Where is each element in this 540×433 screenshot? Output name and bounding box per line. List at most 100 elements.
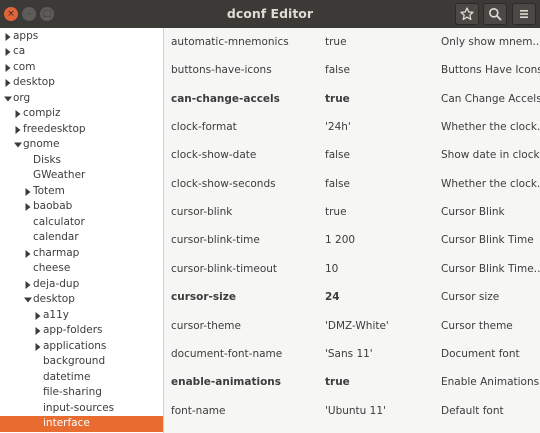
tree-item-label: com	[13, 60, 36, 73]
key-value: '24h'	[325, 121, 351, 134]
key-value: 'DMZ-White'	[325, 319, 389, 332]
expander-right-icon[interactable]	[33, 339, 43, 354]
tree-item-freedesktop[interactable]: freedesktop	[0, 122, 163, 138]
key-row[interactable]: 'black:white:gray50:red:purple:bl	[164, 425, 540, 433]
tree-item-label: ca	[13, 45, 26, 57]
search-button[interactable]	[483, 3, 507, 25]
tree-item-label: Disks	[33, 153, 62, 166]
tree-item-file-sharing[interactable]: file-sharing	[0, 385, 163, 401]
tree-item-applications[interactable]: applications	[0, 339, 163, 355]
key-description: Buttons Have Icons	[441, 64, 540, 77]
tree-item-datetime[interactable]: datetime	[0, 370, 163, 386]
expander-right-icon[interactable]	[33, 323, 43, 338]
tree-item-totem[interactable]: Totem	[0, 184, 163, 200]
key-value: true	[325, 92, 350, 105]
tree-item-label: GWeather	[33, 169, 86, 181]
tree-item-baobab[interactable]: baobab	[0, 199, 163, 215]
tree-item-calendar[interactable]: calendar	[0, 230, 163, 246]
key-row[interactable]: can-change-accels true Can Change Accels	[164, 85, 540, 113]
tree-item-org[interactable]: org	[0, 91, 163, 107]
key-description: Whether the clock…	[441, 177, 540, 190]
path-tree-sidebar[interactable]: apps ca com desktop org compiz freedesktop gnom…	[0, 28, 163, 433]
expander-right-icon[interactable]	[13, 122, 23, 137]
title-bar[interactable]: × – □ dconf Editor	[0, 0, 540, 28]
tree-item-compiz[interactable]: compiz	[0, 106, 163, 122]
search-icon	[489, 8, 502, 21]
tree-item-com[interactable]: com	[0, 60, 163, 76]
tree-item-desktop[interactable]: desktop	[0, 292, 163, 308]
tree-item-gnome[interactable]: gnome	[0, 137, 163, 153]
tree-item-ca[interactable]: ca	[0, 44, 163, 60]
key-description: Default font	[441, 404, 504, 417]
key-row[interactable]: document-font-name 'Sans 11' Document font	[164, 340, 540, 368]
key-value: true	[325, 206, 347, 219]
key-description: Whether the clock…	[441, 121, 540, 134]
key-row[interactable]: enable-animations true Enable Animations	[164, 368, 540, 396]
tree-item-deja-dup[interactable]: deja-dup	[0, 277, 163, 293]
key-row[interactable]: clock-show-date false Show date in clock	[164, 141, 540, 169]
key-name: clock-show-date	[171, 149, 257, 162]
expander-right-icon[interactable]	[33, 308, 43, 323]
tree-item-background[interactable]: background	[0, 354, 163, 370]
key-row[interactable]: font-name 'Ubuntu 11' Default font	[164, 397, 540, 425]
key-row[interactable]: cursor-size 24 Cursor size	[164, 283, 540, 311]
tree-item-input-sources[interactable]: input-sources	[0, 401, 163, 417]
tree-item-app-folders[interactable]: app-folders	[0, 323, 163, 339]
tree-item-desktop[interactable]: desktop	[0, 75, 163, 91]
key-value: 24	[325, 291, 340, 304]
hamburger-menu-icon	[520, 10, 528, 18]
expander-down-icon[interactable]	[23, 292, 33, 307]
key-name: cursor-theme	[171, 319, 241, 332]
key-value: false	[325, 64, 350, 77]
keys-list[interactable]: automatic-mnemonics true Only show mnem… bu…	[164, 28, 540, 433]
key-name: cursor-size	[171, 291, 236, 304]
star-icon	[460, 7, 474, 21]
expander-right-icon[interactable]	[23, 184, 33, 199]
key-name: can-change-accels	[171, 92, 280, 105]
tree-item-gweather[interactable]: GWeather	[0, 168, 163, 184]
expander-right-icon[interactable]	[23, 246, 33, 261]
tree-item-label: baobab	[33, 200, 73, 212]
tree-item-label: desktop	[33, 293, 75, 305]
key-row[interactable]: buttons-have-icons false Buttons Have Icon…	[164, 56, 540, 84]
tree-item-label: input-sources	[43, 401, 115, 414]
tree-item-label: file-sharing	[43, 386, 102, 398]
key-name: cursor-blink-time	[171, 234, 260, 247]
key-row[interactable]: cursor-theme 'DMZ-White' Cursor theme	[164, 312, 540, 340]
expander-right-icon[interactable]	[23, 199, 33, 214]
key-description: Cursor Blink	[441, 206, 505, 219]
key-description: Cursor theme	[441, 319, 513, 332]
expander-right-icon[interactable]	[3, 60, 13, 75]
key-description: Can Change Accels	[441, 92, 540, 105]
tree-item-cheese[interactable]: cheese	[0, 261, 163, 277]
tree-item-a11y[interactable]: a11y	[0, 308, 163, 324]
key-description: Cursor size	[441, 291, 500, 304]
expander-down-icon[interactable]	[13, 137, 23, 152]
expander-right-icon[interactable]	[13, 106, 23, 121]
tree-item-calculator[interactable]: calculator	[0, 215, 163, 231]
tree-item-label: app-folders	[43, 324, 103, 336]
key-row[interactable]: cursor-blink-time 1 200 Cursor Blink Time	[164, 226, 540, 254]
key-row[interactable]: clock-show-seconds false Whether the clock…	[164, 170, 540, 198]
key-description: Show date in clock	[441, 149, 540, 162]
tree-item-charmap[interactable]: charmap	[0, 246, 163, 262]
key-row[interactable]: cursor-blink-timeout 10 Cursor Blink Time…	[164, 255, 540, 283]
tree-item-interface[interactable]: interface	[0, 416, 163, 432]
tree-item-disks[interactable]: Disks	[0, 153, 163, 169]
tree-item-apps[interactable]: apps	[0, 29, 163, 45]
expander-right-icon[interactable]	[3, 75, 13, 90]
menu-button[interactable]	[512, 3, 536, 25]
key-value: false	[325, 177, 350, 190]
expander-right-icon[interactable]	[3, 29, 13, 44]
tree-item-label: freedesktop	[23, 122, 86, 135]
key-row[interactable]: automatic-mnemonics true Only show mnem…	[164, 28, 540, 56]
key-value: 'black:white:gray50:red:purple:bl	[325, 425, 500, 433]
expander-down-icon[interactable]	[3, 91, 13, 106]
expander-right-icon[interactable]	[23, 277, 33, 292]
bookmarks-button[interactable]	[455, 3, 479, 25]
tree-item-label: calendar	[33, 231, 79, 243]
key-description: Enable Animations	[441, 376, 540, 389]
key-row[interactable]: clock-format '24h' Whether the clock…	[164, 113, 540, 141]
expander-right-icon[interactable]	[3, 44, 13, 59]
key-row[interactable]: cursor-blink true Cursor Blink	[164, 198, 540, 226]
